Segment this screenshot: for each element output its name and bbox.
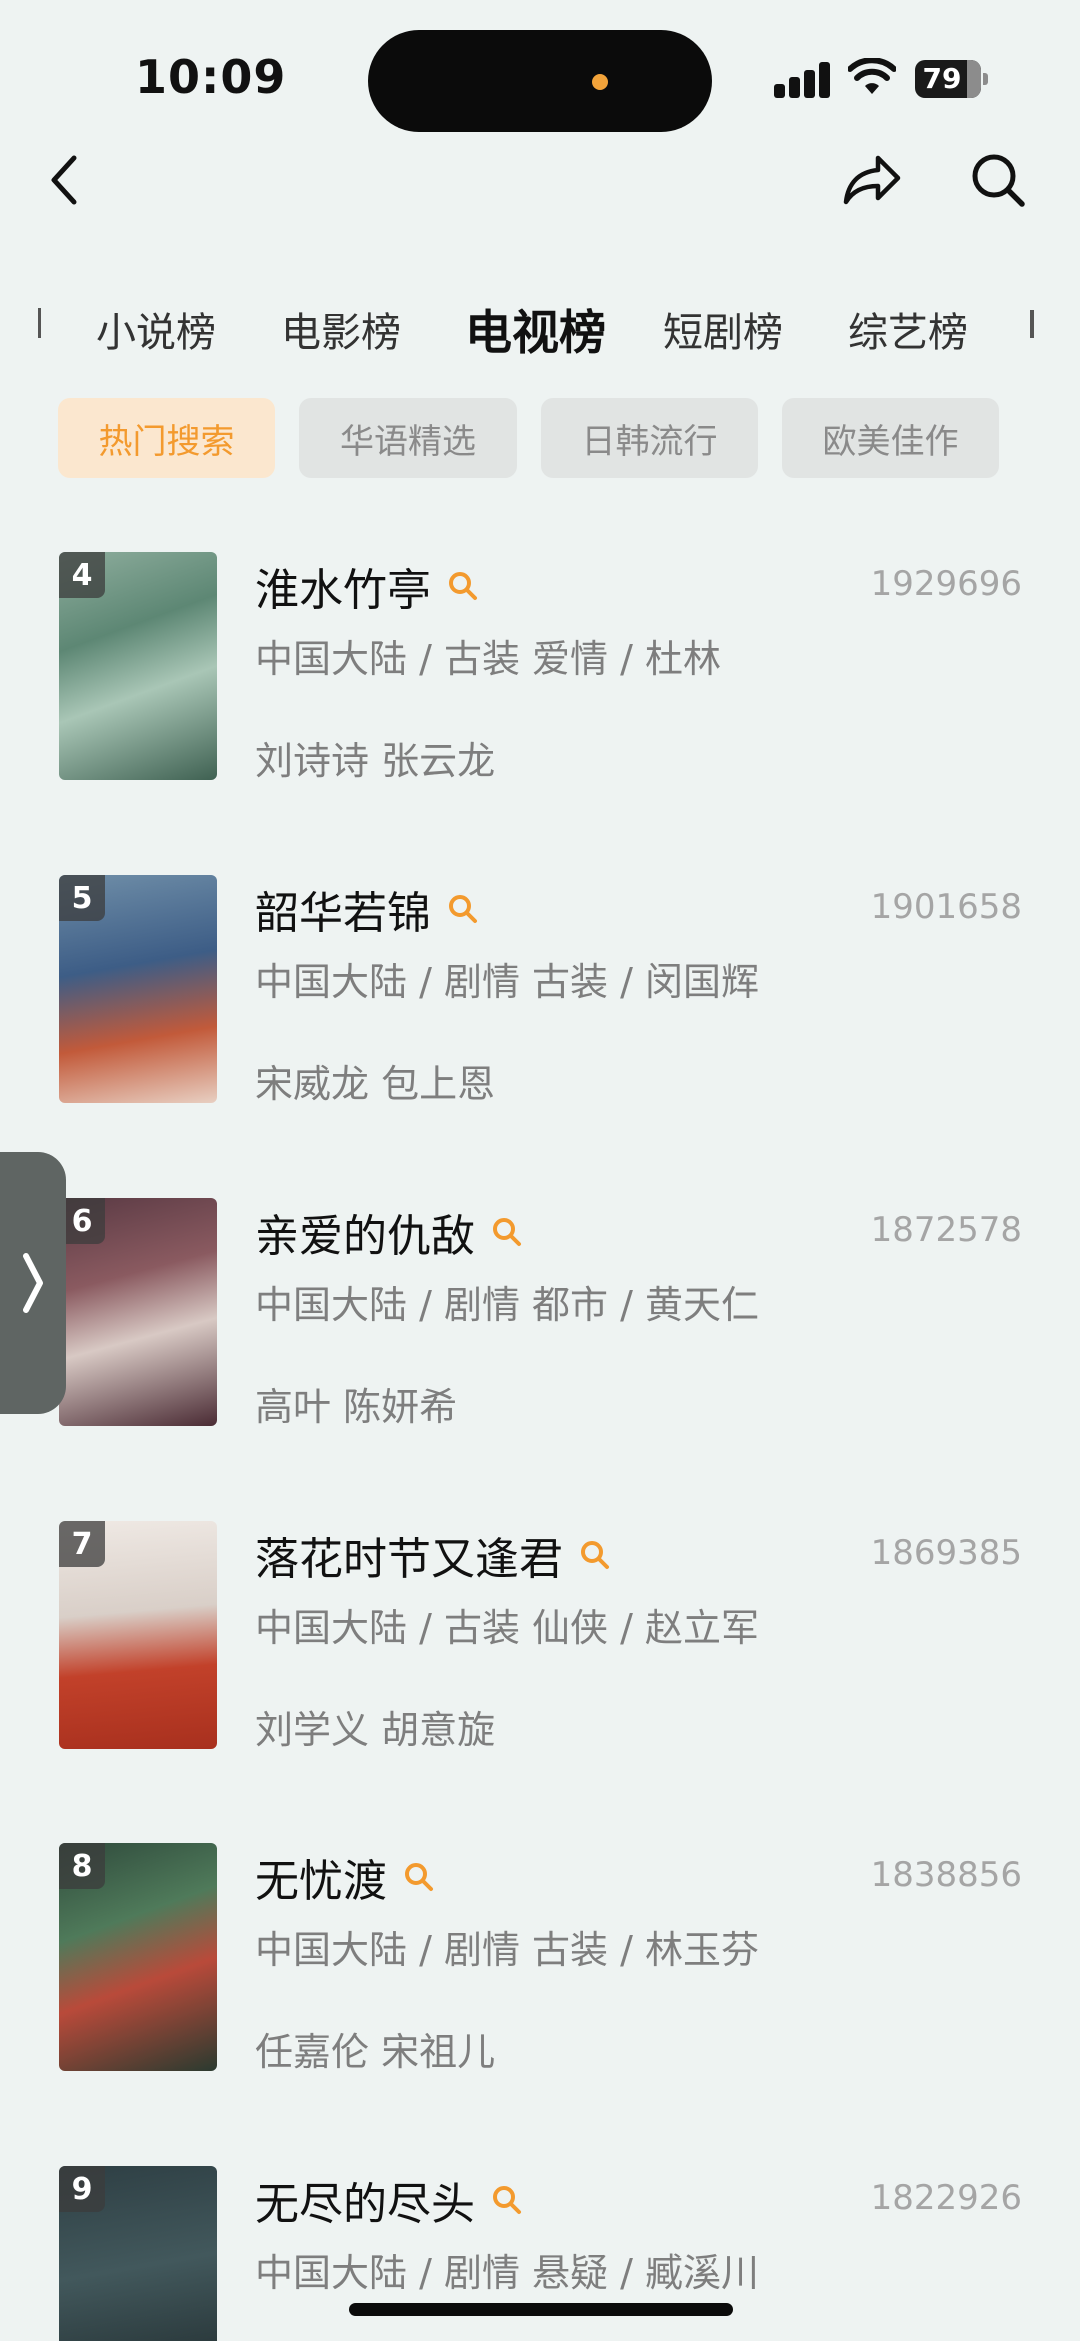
item-title: 亲爱的仇敌 xyxy=(255,1211,475,1262)
item-meta: 中国大陆 / 剧情 悬疑 / 臧溪川 xyxy=(255,2251,760,2295)
status-bar: 10:09 79 xyxy=(0,0,1080,150)
magnifier-icon[interactable] xyxy=(403,1861,435,1893)
heat-score: 1901658 xyxy=(870,887,1022,927)
chip-japan-korea[interactable]: 日韩流行 xyxy=(541,398,758,478)
item-meta: 中国大陆 / 剧情 古装 / 闵国辉 xyxy=(255,960,760,1004)
cellular-signal-icon xyxy=(774,62,832,98)
magnifier-icon[interactable] xyxy=(447,570,479,602)
item-cast: 高叶 陈妍希 xyxy=(255,1385,458,1429)
tab-overflow-right xyxy=(1030,300,1040,348)
battery-level: 79 xyxy=(922,62,962,95)
poster-image[interactable]: 7 xyxy=(59,1521,217,1749)
battery-icon: 79 xyxy=(915,60,988,98)
heat-score: 1822926 xyxy=(870,2178,1022,2218)
item-cast: 任嘉伦 宋祖儿 xyxy=(255,2030,496,2074)
item-title: 韶华若锦 xyxy=(255,888,431,939)
tab-short-drama-ranking[interactable]: 短剧榜 xyxy=(663,300,783,358)
list-item[interactable]: 6 亲爱的仇敌 1872578 中国大陆 / 剧情 都市 / 黄天仁 高叶 陈妍… xyxy=(0,1198,1080,1430)
status-time: 10:09 xyxy=(135,50,287,104)
magnifier-icon[interactable] xyxy=(447,893,479,925)
list-item[interactable]: 4 淮水竹亭 1929696 中国大陆 / 古装 爱情 / 杜林 刘诗诗 张云龙 xyxy=(0,552,1080,784)
rank-badge: 5 xyxy=(59,875,105,921)
poster-image[interactable]: 9 xyxy=(59,2166,217,2341)
heat-score: 1838856 xyxy=(870,1855,1022,1895)
tab-movie-ranking[interactable]: 电影榜 xyxy=(281,300,401,358)
poster-image[interactable]: 6 xyxy=(59,1198,217,1426)
item-title: 无忧渡 xyxy=(255,1856,387,1907)
dynamic-island xyxy=(368,30,712,132)
list-item[interactable]: 7 落花时节又逢君 1869385 中国大陆 / 古装 仙侠 / 赵立军 刘学义… xyxy=(0,1521,1080,1753)
side-drawer-handle[interactable] xyxy=(0,1152,66,1414)
heat-score: 1872578 xyxy=(870,1210,1022,1250)
magnifier-icon[interactable] xyxy=(491,2184,523,2216)
tab-tv-ranking[interactable]: 电视榜 xyxy=(465,294,606,363)
chip-hot-search[interactable]: 热门搜索 xyxy=(58,398,275,478)
magnifier-icon[interactable] xyxy=(579,1539,611,1571)
search-icon xyxy=(972,154,1025,207)
rank-badge: 4 xyxy=(59,552,105,598)
tab-variety-ranking[interactable]: 综艺榜 xyxy=(848,300,968,358)
magnifier-icon[interactable] xyxy=(491,1216,523,1248)
item-meta: 中国大陆 / 古装 爱情 / 杜林 xyxy=(255,637,722,681)
item-cast: 宋威龙 包上恩 xyxy=(255,1062,496,1106)
item-meta: 中国大陆 / 剧情 古装 / 林玉芬 xyxy=(255,1928,760,1972)
item-meta: 中国大陆 / 古装 仙侠 / 赵立军 xyxy=(255,1606,760,1650)
filter-chips: 热门搜索 华语精选 日韩流行 欧美佳作 xyxy=(0,398,1080,480)
back-button[interactable] xyxy=(24,140,104,220)
item-cast: 刘诗诗 张云龙 xyxy=(255,739,496,783)
heat-score: 1869385 xyxy=(870,1533,1022,1573)
share-arrow-icon xyxy=(843,155,901,205)
heat-score: 1929696 xyxy=(870,564,1022,604)
share-button[interactable] xyxy=(832,140,912,220)
chevron-left-icon xyxy=(51,155,77,205)
item-cast: 刘学义 胡意旋 xyxy=(255,1708,496,1752)
chip-western[interactable]: 欧美佳作 xyxy=(782,398,999,478)
list-item[interactable]: 5 韶华若锦 1901658 中国大陆 / 剧情 古装 / 闵国辉 宋威龙 包上… xyxy=(0,875,1080,1107)
rank-badge: 8 xyxy=(59,1843,105,1889)
search-button[interactable] xyxy=(958,140,1038,220)
chip-chinese-picks[interactable]: 华语精选 xyxy=(299,398,517,478)
tab-novel-ranking[interactable]: 小说榜 xyxy=(96,300,216,358)
tv-ranking-page: 10:09 79 小说榜 电影榜 电视榜 短剧榜 综艺榜 热门搜索 华语精选 日… xyxy=(0,0,1080,2341)
list-item[interactable]: 8 无忧渡 1838856 中国大陆 / 剧情 古装 / 林玉芬 任嘉伦 宋祖儿 xyxy=(0,1843,1080,2075)
wifi-icon xyxy=(848,58,896,94)
poster-image[interactable]: 8 xyxy=(59,1843,217,2071)
item-title: 落花时节又逢君 xyxy=(255,1534,563,1585)
category-tabs: 小说榜 电影榜 电视榜 短剧榜 综艺榜 xyxy=(0,290,1080,370)
rank-badge: 9 xyxy=(59,2166,105,2212)
item-title: 淮水竹亭 xyxy=(255,565,431,616)
tab-overflow-left xyxy=(38,300,46,348)
chevron-right-icon xyxy=(23,1253,43,1313)
item-title: 无尽的尽头 xyxy=(255,2179,475,2230)
rank-badge: 7 xyxy=(59,1521,105,1567)
home-indicator[interactable] xyxy=(349,2303,733,2316)
poster-image[interactable]: 5 xyxy=(59,875,217,1103)
item-meta: 中国大陆 / 剧情 都市 / 黄天仁 xyxy=(255,1283,760,1327)
island-indicator-dot xyxy=(592,74,608,90)
poster-image[interactable]: 4 xyxy=(59,552,217,780)
